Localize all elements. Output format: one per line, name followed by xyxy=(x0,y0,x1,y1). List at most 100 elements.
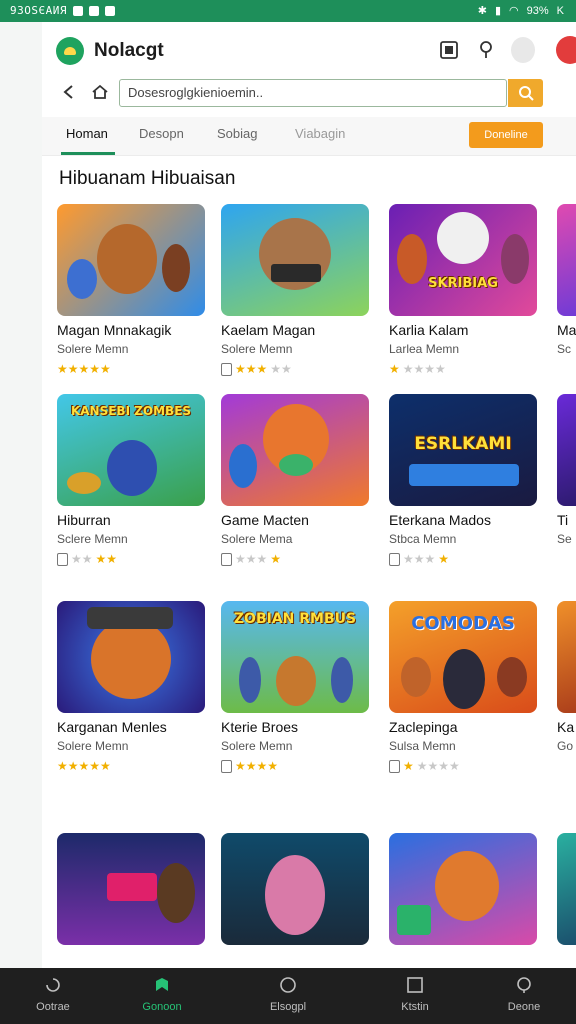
game-title: Karganan Menles xyxy=(57,719,167,735)
tab-viabagin[interactable]: Viabagin xyxy=(295,126,345,141)
tab-sobiag[interactable]: Sobiag xyxy=(217,126,257,141)
game-card[interactable]: SKRIBIAG Karlia Kalam Larlea Memn ★ ★★★★ xyxy=(389,204,541,376)
tab-desopn[interactable]: Desopn xyxy=(139,126,184,141)
game-thumbnail xyxy=(221,833,369,945)
game-art-text: ZOBIAN RMBUS xyxy=(233,611,357,627)
game-card[interactable] xyxy=(57,833,209,945)
game-card[interactable] xyxy=(221,833,373,945)
game-card-peek[interactable]: Ka Go xyxy=(557,601,576,753)
status-left-text: 9ЗОSЄАИЯ xyxy=(10,4,67,17)
nav-item-home[interactable]: Ootrae xyxy=(13,976,93,1013)
game-card[interactable] xyxy=(389,833,541,945)
game-title: Game Macten xyxy=(221,512,309,528)
rating-stars: ★★★★ xyxy=(221,552,373,566)
notification-icon xyxy=(72,5,83,16)
store-panel: Nolacgt Homan Desopn Sobiag Viabagin Don… xyxy=(42,22,576,968)
game-card[interactable]: ESRLKAMI Eterkana Mados Stbca Memn ★★★ ★ xyxy=(389,394,541,566)
status-bar: 9ЗОSЄАИЯ ✱ ▮ ◠ 93% K xyxy=(0,0,576,22)
bottom-nav: Ootrae Gonoon Elsogpl Ktstin Deone xyxy=(0,968,576,1024)
game-card[interactable]: Karganan Menles Solere Memn ★★★★★ xyxy=(57,601,209,773)
game-thumbnail: KANSEBI ZOMBES xyxy=(57,394,205,506)
rating-stars: ★★★★★ xyxy=(57,759,111,773)
game-publisher: Stbca Memn xyxy=(389,532,457,546)
game-thumbnail xyxy=(57,601,205,713)
game-thumbnail xyxy=(389,833,537,945)
gallery-icon xyxy=(88,5,99,16)
tag-icon xyxy=(221,552,232,566)
rating-stars: ★★★★★ xyxy=(57,362,111,376)
game-thumbnail xyxy=(57,204,205,316)
game-card[interactable]: KANSEBI ZOMBES Hiburran Sclere Memn ★★ ★★ xyxy=(57,394,209,566)
game-publisher: Solere Memn xyxy=(57,739,129,753)
nav-label: Ootrae xyxy=(36,1001,70,1013)
game-thumbnail xyxy=(557,833,576,945)
game-publisher: Solere Mema xyxy=(221,532,293,546)
game-thumbnail xyxy=(557,601,576,713)
gallery-button[interactable] xyxy=(437,38,461,62)
tab-indicator xyxy=(61,152,115,155)
game-card[interactable]: COMODAS Zaclepinga Sulsa Memn ★ ★★★★ xyxy=(389,601,541,773)
game-card[interactable]: Kaelam Magan Solere Memn ★★★ ★★ xyxy=(221,204,373,376)
apple-icon xyxy=(556,36,576,64)
search-input[interactable] xyxy=(119,79,507,107)
game-thumbnail xyxy=(221,204,369,316)
game-card[interactable]: Game Macten Solere Mema ★★★ ★ xyxy=(221,394,373,566)
game-publisher: Go xyxy=(557,739,574,753)
game-title: Kterie Broes xyxy=(221,719,299,735)
tag-icon xyxy=(389,552,400,566)
game-thumbnail xyxy=(557,204,576,316)
game-title: Hiburran xyxy=(57,512,111,528)
signal-icon: ▮ xyxy=(494,5,502,17)
game-card-peek[interactable]: Ti Se xyxy=(557,394,576,546)
rating-stars: ★★★★ xyxy=(57,552,209,566)
games-icon xyxy=(156,978,168,991)
nav-item-games[interactable]: Gonoon xyxy=(122,976,202,1013)
game-publisher: Se xyxy=(557,532,572,546)
promo-button[interactable]: Doneline xyxy=(469,122,543,148)
home-button[interactable] xyxy=(88,80,112,104)
rating-stars: ★★★★★ xyxy=(389,362,446,376)
search-icon xyxy=(518,86,534,101)
tab-homan[interactable]: Homan xyxy=(66,126,108,141)
account-button[interactable] xyxy=(511,37,535,63)
game-card[interactable]: Magan Mnnakagik Solere Memn ★★★★★ xyxy=(57,204,209,376)
rating-stars: ★★★★★ xyxy=(389,759,541,773)
game-card-peek[interactable]: Ma Sc xyxy=(557,204,576,356)
library-icon xyxy=(407,977,423,993)
section-title: Hibuanam Hibuaisan xyxy=(59,168,236,189)
game-art-text: ESRLKAMI xyxy=(414,434,512,454)
nav-label: Elsogpl xyxy=(269,1001,307,1013)
gallery-icon xyxy=(440,41,458,59)
nav-item-explore[interactable]: Elsogpl xyxy=(248,976,328,1013)
nav-item-library[interactable]: Ktstin xyxy=(375,976,455,1013)
nav-item-profile[interactable]: Deone xyxy=(484,976,564,1013)
rating-stars: ★★★★★ xyxy=(221,362,373,376)
game-publisher: Sclere Memn xyxy=(57,532,128,546)
app-title: Nolacgt xyxy=(94,40,164,61)
game-title: Magan Mnnakagik xyxy=(57,322,172,338)
game-title: Kaelam Magan xyxy=(221,322,316,338)
game-title: Zaclepinga xyxy=(389,719,458,735)
game-title: Ka xyxy=(557,719,575,735)
bluetooth-icon: ✱ xyxy=(477,5,487,17)
game-card[interactable]: ZOBIAN RMBUS Kterie Broes Solere Memn ★★… xyxy=(221,601,373,773)
tab-bar: Homan Desopn Sobiag Viabagin Doneline xyxy=(42,117,576,156)
tag-icon xyxy=(389,759,400,773)
help-button[interactable] xyxy=(474,38,498,62)
back-button[interactable] xyxy=(58,80,82,104)
status-right-letter: K xyxy=(556,4,564,17)
game-card-peek[interactable] xyxy=(557,833,576,945)
game-title: Ti xyxy=(557,512,569,528)
home-icon xyxy=(92,84,108,99)
game-publisher: Solere Memn xyxy=(221,739,293,753)
tag-icon xyxy=(221,362,232,376)
search-row xyxy=(42,78,576,120)
game-publisher: Sc xyxy=(557,342,572,356)
game-publisher: Sulsa Memn xyxy=(389,739,456,753)
game-thumbnail: ZOBIAN RMBUS xyxy=(221,601,369,713)
game-publisher: Larlea Memn xyxy=(389,342,460,356)
tag-icon xyxy=(221,759,232,773)
nav-label: Gonoon xyxy=(142,1001,182,1013)
game-thumbnail: SKRIBIAG xyxy=(389,204,537,316)
search-button[interactable] xyxy=(508,79,543,107)
